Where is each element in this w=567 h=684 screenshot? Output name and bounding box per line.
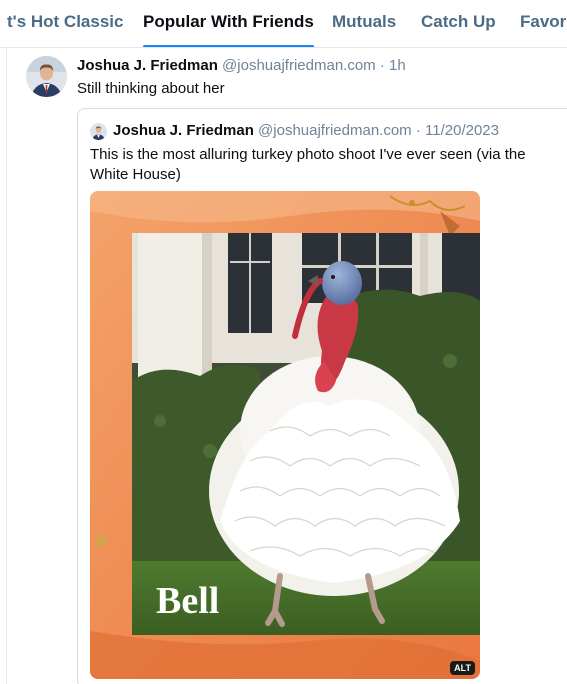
tab-whats-hot-classic[interactable]: t's Hot Classic [7,0,123,47]
post-author[interactable]: Joshua J. Friedman [77,57,218,74]
tab-popular-with-friends[interactable]: Popular With Friends [143,0,314,47]
tab-mutuals[interactable]: Mutuals [332,0,396,47]
quoted-post[interactable]: Joshua J. Friedman @joshuajfriedman.com … [77,108,567,684]
quoted-author[interactable]: Joshua J. Friedman [113,122,254,139]
avatar[interactable] [26,56,67,97]
quoted-date: 11/20/2023 [425,122,499,139]
turkey-photo[interactable]: Bell ALT [90,191,480,679]
image-caption: Bell [156,580,220,622]
post-text: Still thinking about her [77,80,225,97]
feed-tabs: t's Hot Classic Popular With Friends Mut… [0,0,567,48]
separator-dot: · [379,57,385,74]
quoted-text: This is the most alluring turkey photo s… [90,146,526,183]
post-header: Joshua J. Friedman @joshuajfriedman.com … [77,57,406,75]
quoted-avatar [90,123,107,140]
tab-catch-up[interactable]: Catch Up [421,0,496,47]
active-tab-indicator [143,45,314,47]
quoted-post-header: Joshua J. Friedman @joshuajfriedman.com … [113,122,499,140]
quoted-handle[interactable]: @joshuajfriedman.com [258,122,412,139]
turkey-photo-image [90,191,480,679]
feed-divider [6,48,7,684]
post-timestamp[interactable]: 1h [389,57,406,74]
post-handle[interactable]: @joshuajfriedman.com [222,57,376,74]
tab-favorites[interactable]: Favori [520,0,567,47]
separator-dot: · [415,122,421,139]
alt-text-badge[interactable]: ALT [450,661,475,675]
